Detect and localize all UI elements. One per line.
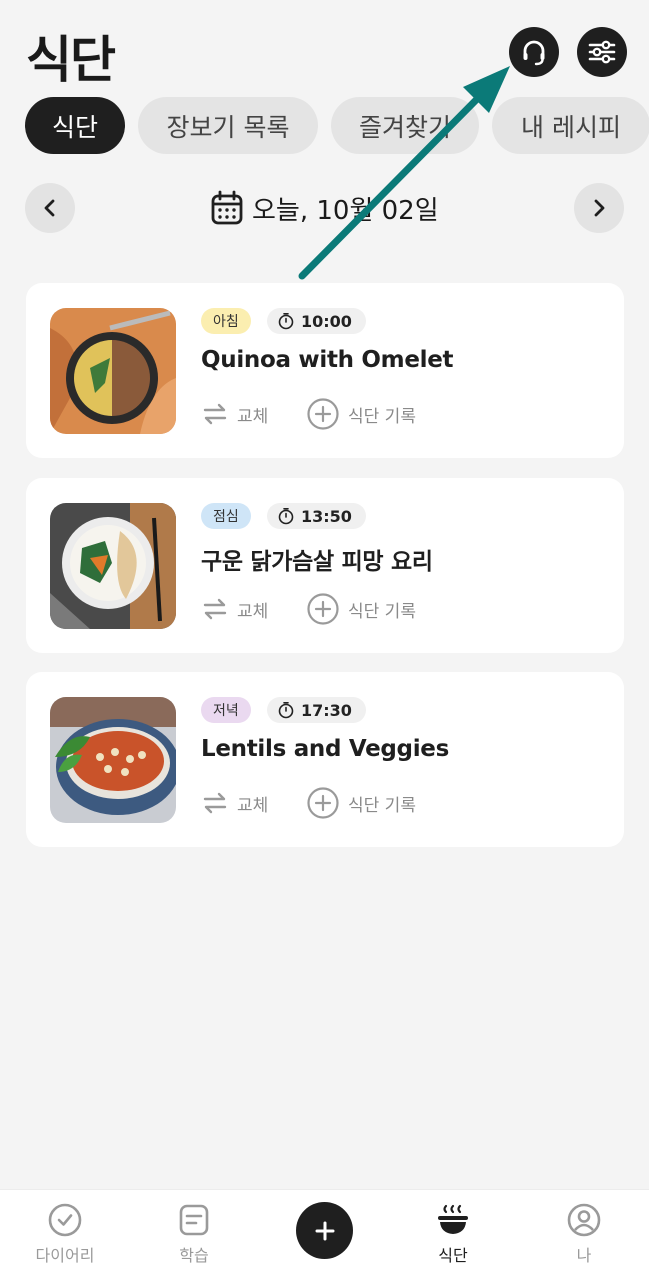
swap-meal-button[interactable]: 교체 [201, 396, 268, 432]
log-meal-button[interactable]: 식단 기록 [306, 396, 416, 432]
meal-time: 13:50 [301, 506, 352, 526]
nav-learn-label: 학습 [179, 1246, 209, 1265]
swap-label: 교체 [237, 601, 269, 622]
swap-icon [203, 792, 227, 814]
date-text: 오늘, 10월 02일 [252, 195, 439, 226]
swap-icon [203, 403, 227, 425]
calendar-icon [211, 190, 243, 225]
date-label[interactable]: 오늘, 10월 02일 [210, 187, 439, 229]
meal-type-badge: 저녁 [201, 697, 251, 723]
tab-favorites[interactable]: 즐겨찾기 [331, 97, 479, 154]
chevron-left-icon [44, 199, 55, 217]
next-day-button[interactable] [574, 183, 624, 233]
bowl-icon [438, 1204, 468, 1234]
stopwatch-icon [278, 507, 294, 525]
nav-profile-label: 나 [576, 1246, 592, 1265]
meal-title[interactable]: Quinoa with Omelet [201, 347, 454, 373]
nav-diary-label: 다이어리 [35, 1246, 95, 1265]
tab-my-recipes[interactable]: 내 레시피 [492, 97, 649, 154]
meal-time: 17:30 [301, 700, 352, 720]
plus-circle-icon [307, 398, 339, 430]
page-title: 식단 [26, 31, 116, 89]
swap-meal-button[interactable]: 교체 [201, 591, 268, 627]
log-label: 식단 기록 [348, 406, 416, 427]
tab-bar: 식단 장보기 목록 즐겨찾기 내 레시피 [25, 97, 649, 154]
swap-meal-button[interactable]: 교체 [201, 785, 268, 821]
tab-meal-plan[interactable]: 식단 [25, 97, 125, 154]
book-icon [179, 1204, 209, 1236]
stopwatch-icon [278, 312, 294, 330]
meal-card-lunch[interactable]: 점심 13:50 구운 닭가슴살 피망 요리 교체 식단 기록 [26, 478, 624, 653]
plus-circle-icon [307, 787, 339, 819]
tab-shopping-list[interactable]: 장보기 목록 [138, 97, 318, 154]
meal-title[interactable]: 구운 닭가슴살 피망 요리 [201, 542, 433, 576]
user-icon [567, 1203, 601, 1237]
headset-icon [523, 40, 545, 66]
settings-button[interactable] [577, 27, 627, 77]
log-meal-button[interactable]: 식단 기록 [306, 785, 416, 821]
support-button[interactable] [509, 27, 559, 77]
nav-learn[interactable]: 학습 [144, 1202, 244, 1272]
nav-profile[interactable]: 나 [534, 1202, 634, 1272]
plus-circle-icon [307, 593, 339, 625]
meal-type-badge: 점심 [201, 503, 251, 529]
meal-card-dinner[interactable]: 저녁 17:30 Lentils and Veggies 교체 식단 기록 [26, 672, 624, 847]
meal-time-badge: 17:30 [267, 697, 366, 723]
date-navigator: 오늘, 10월 02일 [25, 183, 624, 233]
meal-title[interactable]: Lentils and Veggies [201, 736, 449, 762]
bottom-nav: 다이어리 학습 식단 나 [0, 1189, 649, 1280]
meal-photo [50, 697, 176, 823]
nav-meal-plan[interactable]: 식단 [403, 1202, 503, 1272]
meal-time-badge: 13:50 [267, 503, 366, 529]
chevron-right-icon [594, 199, 605, 217]
meal-card-breakfast[interactable]: 아침 10:00 Quinoa with Omelet 교체 식단 기록 [26, 283, 624, 458]
add-button[interactable] [296, 1202, 353, 1259]
stopwatch-icon [278, 701, 294, 719]
meal-time: 10:00 [301, 311, 352, 331]
meal-time-badge: 10:00 [267, 308, 366, 334]
sliders-icon [588, 40, 616, 64]
log-label: 식단 기록 [348, 795, 416, 816]
previous-day-button[interactable] [25, 183, 75, 233]
check-circle-icon [48, 1203, 82, 1237]
swap-icon [203, 598, 227, 620]
plus-icon [315, 1221, 334, 1240]
nav-meal-plan-label: 식단 [438, 1246, 468, 1265]
log-label: 식단 기록 [348, 601, 416, 622]
meal-photo [50, 308, 176, 434]
swap-label: 교체 [237, 406, 269, 427]
meal-photo [50, 503, 176, 629]
log-meal-button[interactable]: 식단 기록 [306, 591, 416, 627]
nav-diary[interactable]: 다이어리 [15, 1202, 115, 1272]
meal-type-badge: 아침 [201, 308, 251, 334]
swap-label: 교체 [237, 795, 269, 816]
